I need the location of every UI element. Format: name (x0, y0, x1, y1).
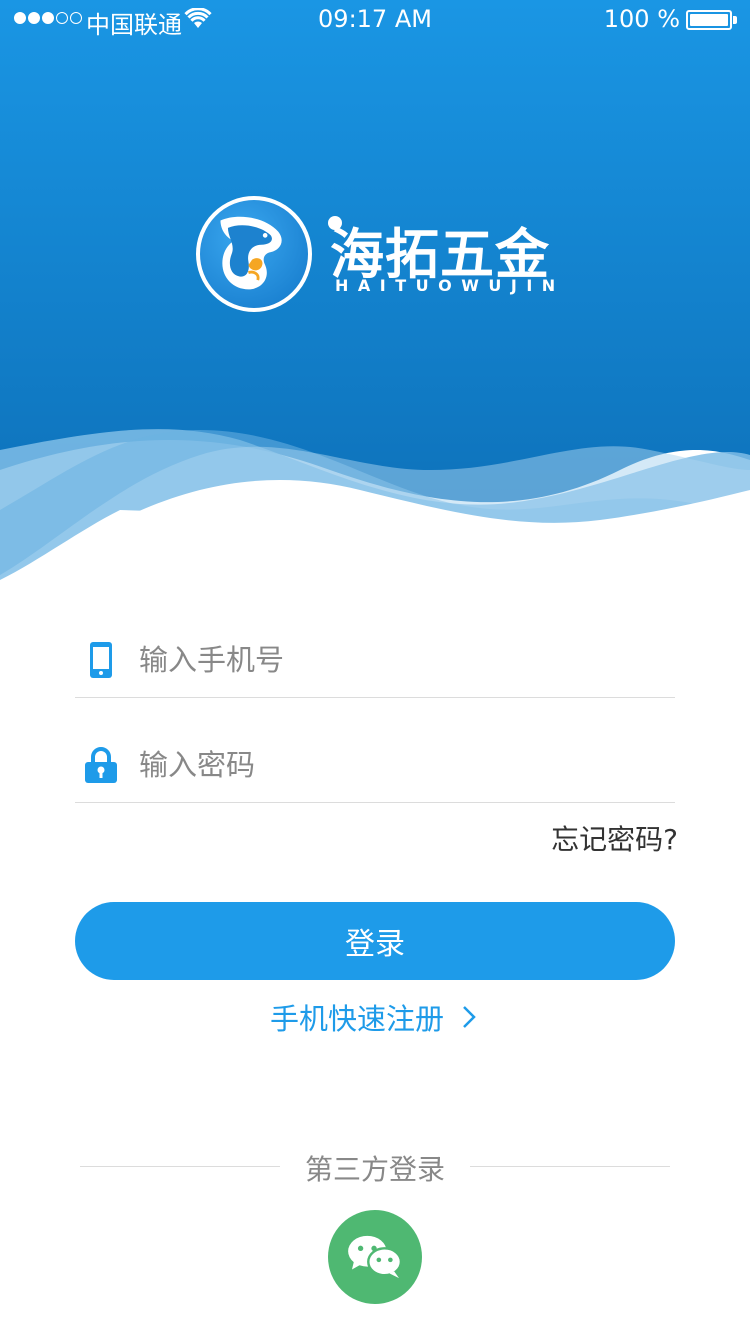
phone-input[interactable] (139, 638, 659, 682)
battery-icon (686, 10, 732, 30)
brand-logo-icon (196, 196, 312, 312)
phone-icon (90, 642, 112, 678)
status-bar: 中国联通 09:17 AM 100 % (0, 0, 750, 40)
register-link[interactable]: 手机快速注册 (0, 996, 750, 1038)
phone-field (75, 628, 675, 698)
login-button[interactable]: 登录 (75, 902, 675, 980)
wechat-icon (348, 1235, 403, 1279)
orca-mascot-icon (220, 216, 282, 290)
chevron-right-icon (463, 1006, 476, 1028)
brand-pinyin: HAITUOWUJIN (335, 276, 565, 295)
header-hero: 中国联通 09:17 AM 100 % 海拓五金 HAITUOWUJIN (0, 0, 750, 580)
wechat-login-button[interactable] (328, 1210, 422, 1304)
forgot-password-link[interactable]: 忘记密码? (551, 818, 678, 858)
register-label: 手机快速注册 (269, 1002, 444, 1036)
password-field (75, 733, 675, 803)
lock-icon (85, 747, 117, 783)
divider-right (470, 1166, 670, 1167)
password-input[interactable] (139, 743, 659, 787)
battery-percentage: 100 % (603, 5, 680, 33)
third-party-login-label: 第三方登录 (304, 1153, 445, 1186)
